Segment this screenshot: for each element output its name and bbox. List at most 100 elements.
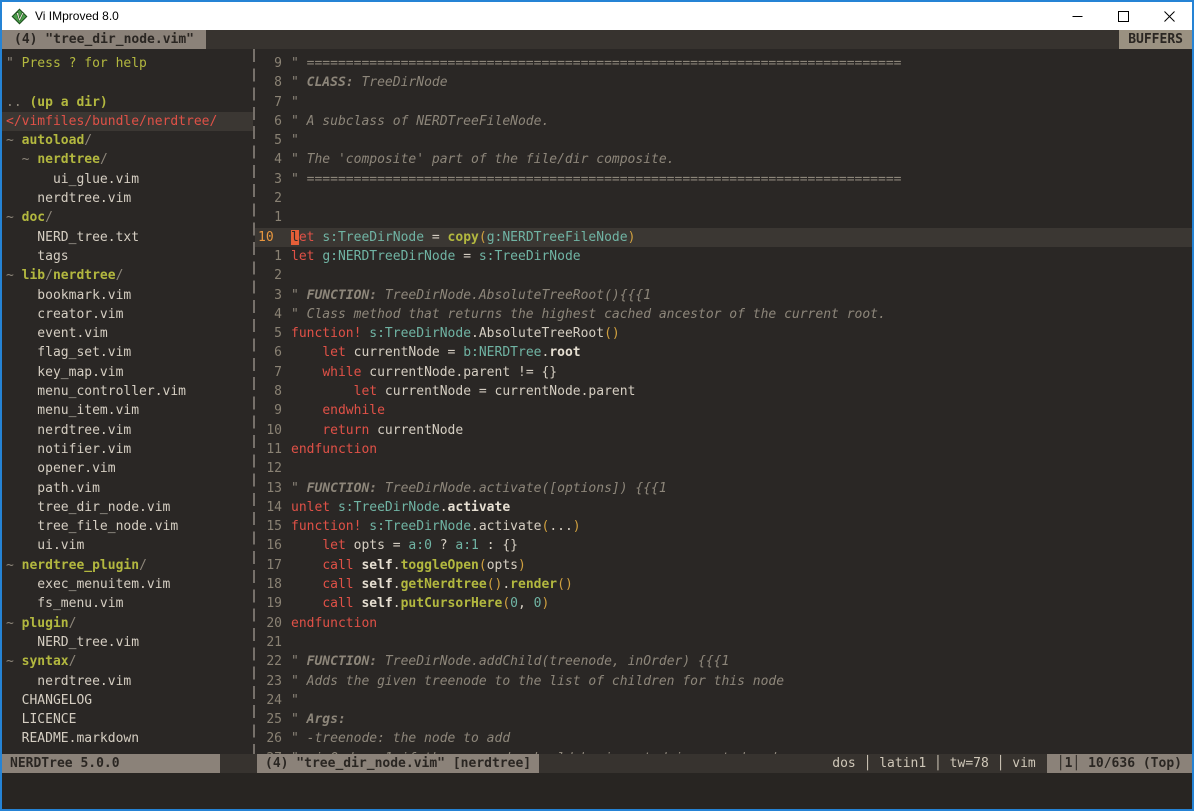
nerdtree-line[interactable]: fs_menu.vim xyxy=(2,594,253,613)
nerdtree-line[interactable]: README.markdown xyxy=(2,729,253,748)
vim-window: Vi IMproved 8.0 (4) "tree_dir_node.vim" … xyxy=(0,0,1194,811)
statusline[interactable]: NERDTree 5.0.0 (4) "tree_dir_node.vim" [… xyxy=(2,754,1192,773)
code-line[interactable]: 7" xyxy=(255,93,1192,112)
nerdtree-line[interactable]: key_map.vim xyxy=(2,363,253,382)
code-line[interactable]: 17 call self.toggleOpen(opts) xyxy=(255,556,1192,575)
nerdtree-line[interactable]: flag_set.vim xyxy=(2,343,253,362)
code-line[interactable]: 1let g:NERDTreeDirNode = s:TreeDirNode xyxy=(255,247,1192,266)
nerdtree-line[interactable]: " Press ? for help xyxy=(2,54,253,73)
line-text: ~ lib/nerdtree/ xyxy=(6,266,253,285)
maximize-button[interactable] xyxy=(1100,2,1146,30)
code-line[interactable]: 10let s:TreeDirNode = copy(g:NERDTreeFil… xyxy=(255,228,1192,247)
code-line[interactable]: 2 xyxy=(255,189,1192,208)
line-text: menu_item.vim xyxy=(6,401,253,420)
code-line[interactable]: 20endfunction xyxy=(255,614,1192,633)
statusline-gap xyxy=(220,754,257,773)
code-line[interactable]: 5function! s:TreeDirNode.AbsoluteTreeRoo… xyxy=(255,324,1192,343)
line-number: 8 xyxy=(255,382,282,401)
nerdtree-line[interactable] xyxy=(2,73,253,92)
code-line[interactable]: 7 while currentNode.parent != {} xyxy=(255,363,1192,382)
code-line[interactable]: 24" xyxy=(255,691,1192,710)
code-line[interactable]: 19 call self.putCursorHere(0, 0) xyxy=(255,594,1192,613)
line-text: let opts = a:0 ? a:1 : {} xyxy=(291,536,1192,555)
code-line[interactable]: 6 let currentNode = b:NERDTree.root xyxy=(255,343,1192,362)
line-number: 17 xyxy=(255,556,282,575)
nerdtree-line[interactable]: ~ autoload/ xyxy=(2,131,253,150)
nerdtree-line[interactable]: NERD_tree.txt xyxy=(2,228,253,247)
line-number: 13 xyxy=(255,479,282,498)
command-line[interactable] xyxy=(2,773,1192,809)
nerdtree-line[interactable]: menu_item.vim xyxy=(2,401,253,420)
code-line[interactable]: 11endfunction xyxy=(255,440,1192,459)
minimize-button[interactable] xyxy=(1054,2,1100,30)
line-text: ui_glue.vim xyxy=(6,170,253,189)
nerdtree-line[interactable]: </vimfiles/bundle/nerdtree/ xyxy=(2,112,253,131)
nerdtree-line[interactable]: LICENCE xyxy=(2,710,253,729)
code-line[interactable]: 8" CLASS: TreeDirNode xyxy=(255,73,1192,92)
nerdtree-line[interactable]: nerdtree.vim xyxy=(2,189,253,208)
line-text: CHANGELOG xyxy=(6,691,253,710)
code-line[interactable]: 9" =====================================… xyxy=(255,54,1192,73)
line-text: " FUNCTION: TreeDirNode.activate([option… xyxy=(291,479,1192,498)
close-button[interactable] xyxy=(1146,2,1192,30)
nerdtree-line[interactable]: menu_controller.vim xyxy=(2,382,253,401)
line-text: function! s:TreeDirNode.activate(...) xyxy=(291,517,1192,536)
tabline-fill xyxy=(206,30,1119,49)
nerdtree-line[interactable]: .. (up a dir) xyxy=(2,93,253,112)
nerdtree-line[interactable]: bookmark.vim xyxy=(2,286,253,305)
code-line[interactable]: 15function! s:TreeDirNode.activate(...) xyxy=(255,517,1192,536)
nerdtree-line[interactable]: creator.vim xyxy=(2,305,253,324)
code-line[interactable]: 22" FUNCTION: TreeDirNode.addChild(treen… xyxy=(255,652,1192,671)
code-line[interactable]: 1 xyxy=(255,208,1192,227)
line-number: 14 xyxy=(255,498,282,517)
code-line[interactable]: 21 xyxy=(255,633,1192,652)
buffers-label: BUFFERS xyxy=(1119,30,1192,49)
code-line[interactable]: 23" Adds the given treenode to the list … xyxy=(255,672,1192,691)
code-line[interactable]: 10 return currentNode xyxy=(255,421,1192,440)
nerdtree-line[interactable]: event.vim xyxy=(2,324,253,343)
code-line[interactable]: 25" Args: xyxy=(255,710,1192,729)
code-line[interactable]: 3" FUNCTION: TreeDirNode.AbsoluteTreeRoo… xyxy=(255,286,1192,305)
code-line[interactable]: 12 xyxy=(255,459,1192,478)
code-line[interactable]: 14unlet s:TreeDirNode.activate xyxy=(255,498,1192,517)
tab-tree-dir-node[interactable]: (4) "tree_dir_node.vim" xyxy=(2,30,206,49)
nerdtree-line[interactable]: exec_menuitem.vim xyxy=(2,575,253,594)
line-text: let currentNode = b:NERDTree.root xyxy=(291,343,1192,362)
nerdtree-line[interactable]: NERD_tree.vim xyxy=(2,633,253,652)
nerdtree-line[interactable]: nerdtree.vim xyxy=(2,421,253,440)
line-text: </vimfiles/bundle/nerdtree/ xyxy=(6,112,253,131)
nerdtree-line[interactable]: ~ plugin/ xyxy=(2,614,253,633)
nerdtree-line[interactable]: tags xyxy=(2,247,253,266)
nerdtree-line[interactable]: notifier.vim xyxy=(2,440,253,459)
nerdtree-line[interactable]: CHANGELOG xyxy=(2,691,253,710)
nerdtree-line[interactable]: ~ lib/nerdtree/ xyxy=(2,266,253,285)
nerdtree-line[interactable]: ~ nerdtree/ xyxy=(2,150,253,169)
nerdtree-line[interactable]: ui.vim xyxy=(2,536,253,555)
code-line[interactable]: 2 xyxy=(255,266,1192,285)
nerdtree-line[interactable]: path.vim xyxy=(2,479,253,498)
nerdtree-line[interactable]: tree_file_node.vim xyxy=(2,517,253,536)
nerdtree-line[interactable]: ~ syntax/ xyxy=(2,652,253,671)
buffer-status-segment: (4) "tree_dir_node.vim" [nerdtree] xyxy=(257,754,539,773)
code-line[interactable]: 8 let currentNode = currentNode.parent xyxy=(255,382,1192,401)
line-text xyxy=(291,266,1192,285)
code-line[interactable]: 16 let opts = a:0 ? a:1 : {} xyxy=(255,536,1192,555)
code-line[interactable]: 13 " FUNCTION: TreeDirNode.activate([opti… xyxy=(255,479,1192,498)
nerdtree-line[interactable]: nerdtree.vim xyxy=(2,672,253,691)
nerdtree-line[interactable]: ~ doc/ xyxy=(2,208,253,227)
code-line[interactable]: 6" A subclass of NERDTreeFileNode. xyxy=(255,112,1192,131)
window-titlebar[interactable]: Vi IMproved 8.0 xyxy=(2,2,1192,30)
code-line[interactable]: 5" xyxy=(255,131,1192,150)
nerdtree-line[interactable]: ui_glue.vim xyxy=(2,170,253,189)
line-number: 2 xyxy=(255,189,282,208)
code-line[interactable]: 4" The 'composite' part of the file/dir … xyxy=(255,150,1192,169)
code-line[interactable]: 18 call self.getNerdtree().render() xyxy=(255,575,1192,594)
code-line[interactable]: 9 endwhile xyxy=(255,401,1192,420)
nerdtree-line[interactable]: tree_dir_node.vim xyxy=(2,498,253,517)
code-line[interactable]: 3" =====================================… xyxy=(255,170,1192,189)
nerdtree-line[interactable]: opener.vim xyxy=(2,459,253,478)
code-line[interactable]: 26" -treenode: the node to add xyxy=(255,729,1192,748)
nerdtree-line[interactable]: ~ nerdtree_plugin/ xyxy=(2,556,253,575)
line-number: 5 xyxy=(255,131,282,150)
code-line[interactable]: 4" Class method that returns the highest… xyxy=(255,305,1192,324)
